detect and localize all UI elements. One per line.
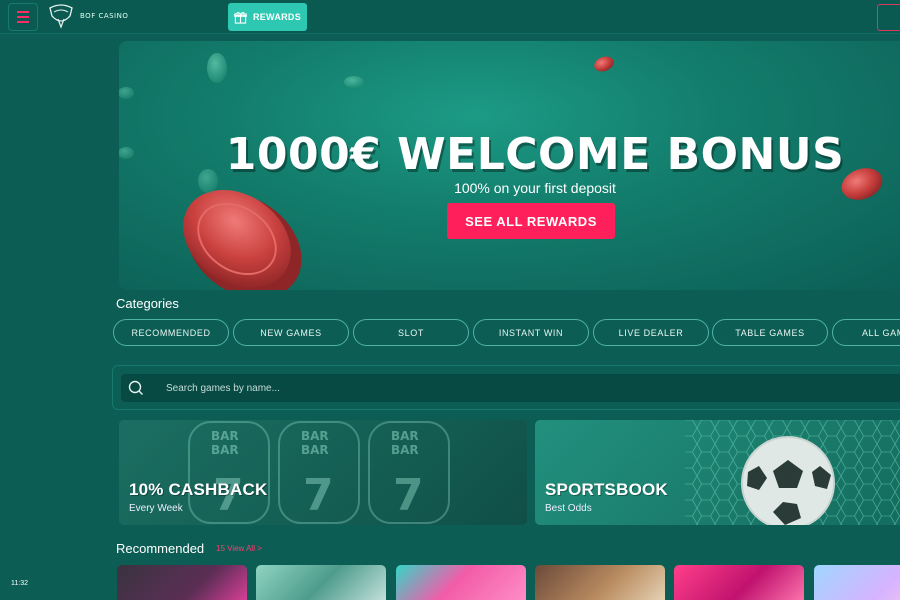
svg-text:BAR: BAR — [391, 443, 419, 457]
svg-text:BAR: BAR — [391, 429, 419, 443]
logo-icon — [49, 4, 73, 29]
category-slot[interactable]: SLOT — [353, 319, 469, 346]
recommended-title: Recommended — [116, 541, 205, 556]
svg-text:7: 7 — [303, 470, 334, 521]
search-placeholder: Search games by name... — [166, 382, 280, 394]
view-all-link[interactable]: 15 View All > — [216, 544, 262, 553]
account-button[interactable] — [877, 4, 900, 31]
see-all-rewards-button[interactable]: SEE ALL REWARDS — [447, 203, 615, 239]
category-table-games[interactable]: TABLE GAMES — [712, 319, 828, 346]
category-tabs: RECOMMENDED NEW GAMES SLOT INSTANT WIN L… — [113, 319, 900, 347]
game-card[interactable] — [814, 565, 900, 600]
gift-icon — [234, 11, 247, 24]
search-panel: Search games by name... — [112, 365, 900, 410]
category-instant-win[interactable]: INSTANT WIN — [473, 319, 589, 346]
categories-title: Categories — [116, 296, 179, 311]
svg-text:BAR: BAR — [301, 443, 329, 457]
promo-subtitle: Every Week — [129, 503, 183, 514]
menu-icon-bar — [17, 21, 29, 23]
svg-text:BAR: BAR — [211, 443, 239, 457]
promo-title: SPORTSBOOK — [545, 480, 668, 499]
game-card[interactable] — [117, 565, 247, 600]
clock-time: 11:32 — [11, 580, 28, 587]
rewards-label: REWARDS — [252, 12, 302, 22]
game-card[interactable] — [674, 565, 804, 600]
welcome-banner[interactable]: 1000€ WELCOME BONUS 100% on your first d… — [119, 41, 900, 290]
game-card[interactable] — [535, 565, 665, 600]
promo-title: 10% CASHBACK — [129, 480, 268, 499]
menu-icon-bar — [17, 11, 29, 13]
banner-title: 1000€ WELCOME BONUS — [225, 129, 845, 180]
logo-text: BOF CASINO — [80, 12, 129, 20]
recommended-games-row — [117, 565, 900, 600]
category-new-games[interactable]: NEW GAMES — [233, 319, 349, 346]
svg-text:BAR: BAR — [211, 429, 239, 443]
game-card[interactable] — [256, 565, 386, 600]
svg-text:BAR: BAR — [301, 429, 329, 443]
logo[interactable]: BOF CASINO — [46, 2, 128, 30]
search-icon — [128, 380, 143, 395]
top-bar: BOF CASINO REWARDS — [0, 0, 900, 34]
sportsbook-promo-tile[interactable]: SPORTSBOOK Best Odds — [535, 420, 900, 525]
category-recommended[interactable]: RECOMMENDED — [113, 319, 229, 346]
rewards-button[interactable]: REWARDS — [228, 3, 307, 31]
menu-icon-bar — [17, 16, 29, 18]
search-input[interactable]: Search games by name... — [121, 374, 900, 402]
category-live-dealer[interactable]: LIVE DEALER — [593, 319, 709, 346]
game-card[interactable] — [396, 565, 526, 600]
category-all-games[interactable]: ALL GAMES — [832, 319, 900, 346]
cashback-promo-tile[interactable]: BAR BAR BAR BAR BAR BAR 7 7 7 10% CASHBACK … — [119, 420, 527, 525]
menu-button[interactable] — [8, 3, 38, 31]
promo-subtitle: Best Odds — [545, 503, 592, 514]
banner-subtitle: 100% on your first deposit — [454, 180, 616, 196]
svg-text:7: 7 — [393, 470, 424, 521]
